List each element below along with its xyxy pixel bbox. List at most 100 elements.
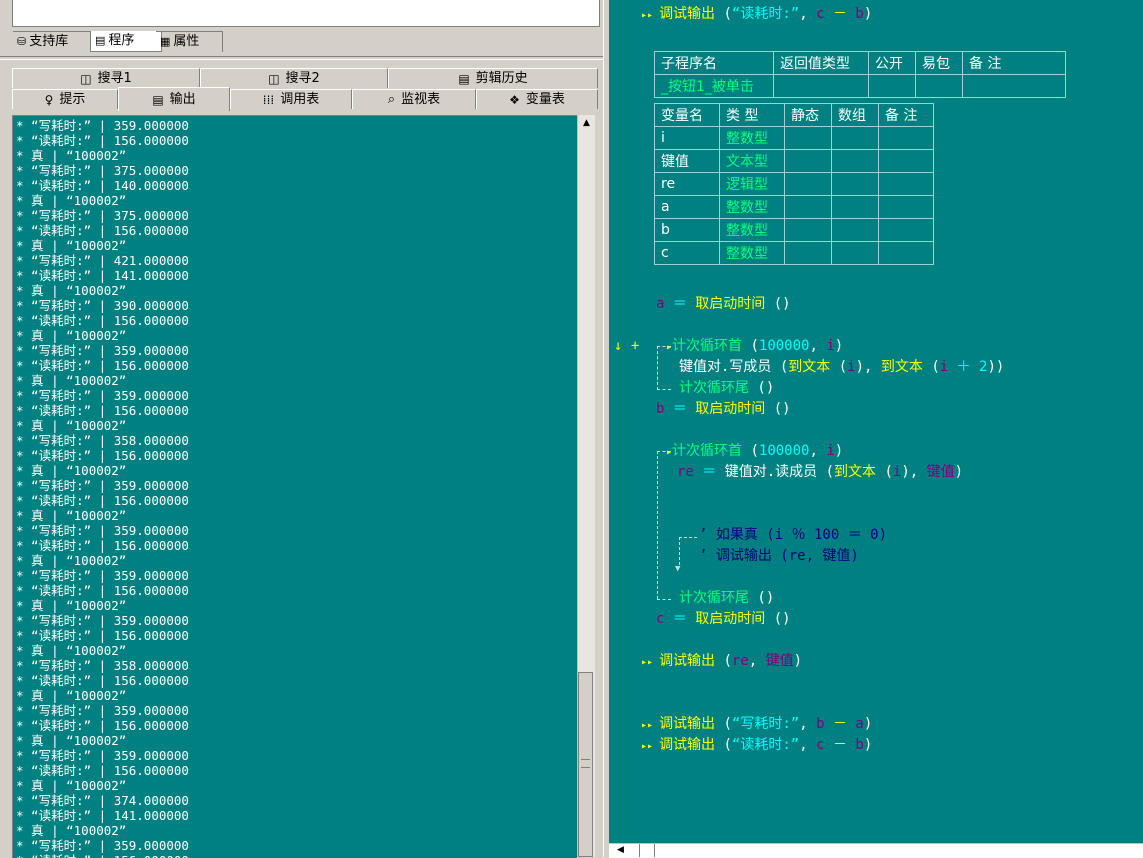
var-name-cell[interactable]: 键值 bbox=[654, 149, 720, 173]
code-line-loop1-tail[interactable]: 计次循环尾 () bbox=[679, 378, 774, 398]
cell[interactable] bbox=[773, 74, 869, 98]
tab-watch[interactable]: ⌕ 监视表 bbox=[352, 89, 476, 109]
gutter-marks: ↓ + bbox=[614, 338, 640, 354]
output-line: * “读耗时:” | 156.000000 bbox=[16, 853, 189, 858]
code-line-loop1-body[interactable]: 键值对.写成员 (到文本 (i), 到文本 (i ＋ 2)) bbox=[679, 357, 1004, 377]
call-table-icon: ⁞⁞⁞ bbox=[262, 92, 275, 107]
code-line-debug-top[interactable]: ▸▸ 调试输出 (“读耗时:”, c － b) bbox=[641, 4, 872, 26]
program-icon: ▤ bbox=[95, 34, 106, 47]
output-line: * “写耗时:” | 359.000000 bbox=[16, 523, 189, 538]
hscroll-thumb[interactable] bbox=[639, 844, 655, 857]
output-line: * “写耗时:” | 375.000000 bbox=[16, 163, 189, 178]
var-type-cell[interactable]: 文本型 bbox=[719, 149, 785, 173]
tab-search2[interactable]: ◫ 搜寻2 bbox=[200, 68, 388, 88]
cell[interactable] bbox=[878, 172, 934, 196]
cell[interactable] bbox=[831, 172, 879, 196]
output-line: * “读耗时:” | 141.000000 bbox=[16, 808, 189, 823]
tab-call-table[interactable]: ⁞⁞⁞ 调用表 bbox=[230, 89, 352, 109]
loop-guide-line bbox=[657, 599, 671, 600]
tab-output[interactable]: ▤ 输出 bbox=[118, 87, 230, 111]
debug-arrow-icon: ▸▸ bbox=[641, 720, 660, 731]
output-line: * “写耗时:” | 358.000000 bbox=[16, 658, 189, 673]
var-type-cell[interactable]: 整数型 bbox=[719, 126, 785, 150]
code-line-a[interactable]: a ＝ 取启动时间 () bbox=[656, 294, 791, 314]
tab-properties[interactable]: ▦ 属性 bbox=[156, 31, 223, 52]
scroll-up-arrow[interactable]: ▲ bbox=[578, 118, 595, 128]
scrollbar-thumb[interactable] bbox=[578, 672, 593, 857]
watch-icon: ⌕ bbox=[387, 91, 396, 107]
tab-variables[interactable]: ❖ 变量表 bbox=[476, 89, 598, 109]
output-line: * “读耗时:” | 156.000000 bbox=[16, 673, 189, 688]
var-name-cell[interactable]: b bbox=[654, 218, 720, 242]
cell[interactable] bbox=[878, 241, 934, 265]
sub-name-cell[interactable]: _按钮1_被单击 bbox=[654, 74, 774, 98]
tab-support-lib[interactable]: ⛁ 支持库 bbox=[13, 31, 94, 52]
cell[interactable] bbox=[831, 218, 879, 242]
var-type-cell[interactable]: 整数型 bbox=[719, 195, 785, 219]
cell[interactable] bbox=[784, 218, 832, 242]
code-comment-debug[interactable]: ’ 调试输出 (re, 键值) bbox=[699, 546, 859, 566]
editor-hscrollbar[interactable]: ◀ bbox=[609, 843, 1143, 858]
var-type-cell[interactable]: 整数型 bbox=[719, 241, 785, 265]
code-comment-if[interactable]: ’ 如果真 (i ％ 100 ＝ 0) bbox=[699, 525, 887, 545]
output-line: * “读耗时:” | 156.000000 bbox=[16, 718, 189, 733]
variable-icon: ❖ bbox=[509, 92, 520, 107]
code-line-debug-re[interactable]: ▸▸ 调试输出 (re, 键值) bbox=[641, 651, 802, 673]
tab-label: 输出 bbox=[169, 91, 196, 107]
tree-view-area[interactable] bbox=[12, 0, 600, 27]
cell[interactable] bbox=[831, 126, 879, 150]
output-icon: ▤ bbox=[152, 92, 164, 107]
var-name-cell[interactable]: i bbox=[654, 126, 720, 150]
output-line: * 真 | “100002” bbox=[16, 463, 127, 478]
code-line-loop1-head[interactable]: ▸计次循环首 (100000, i) bbox=[666, 336, 843, 358]
var-name-cell[interactable]: a bbox=[654, 195, 720, 219]
hint-icon: ♀ bbox=[44, 92, 54, 107]
grip-icon bbox=[581, 759, 590, 768]
code-line-debug-write[interactable]: ▸▸ 调试输出 (“写耗时:”, b － a) bbox=[641, 714, 872, 736]
cell[interactable] bbox=[831, 195, 879, 219]
cell[interactable] bbox=[915, 74, 963, 98]
output-line: * 真 | “100002” bbox=[16, 733, 127, 748]
tab-search1[interactable]: ◫ 搜寻1 bbox=[12, 68, 200, 88]
header-cell: 子程序名 bbox=[654, 51, 774, 75]
cell[interactable] bbox=[868, 74, 916, 98]
cell[interactable] bbox=[878, 149, 934, 173]
cell[interactable] bbox=[784, 126, 832, 150]
down-arrow-icon: ▼ bbox=[675, 564, 681, 574]
header-cell: 静态 bbox=[784, 103, 832, 127]
cell[interactable] bbox=[784, 241, 832, 265]
cell[interactable] bbox=[878, 195, 934, 219]
cell[interactable] bbox=[831, 149, 879, 173]
code-line-loop2-body[interactable]: re ＝ 键值对.读成员 (到文本 (i), 键值) bbox=[677, 462, 963, 482]
output-line: * “写耗时:” | 359.000000 bbox=[16, 703, 189, 718]
code-line-c[interactable]: c ＝ 取启动时间 () bbox=[656, 609, 791, 629]
cell[interactable] bbox=[784, 149, 832, 173]
header-cell: 返回值类型 bbox=[773, 51, 869, 75]
tab-hint[interactable]: ♀ 提示 bbox=[12, 89, 118, 109]
code-line-loop2-tail[interactable]: 计次循环尾 () bbox=[679, 588, 774, 608]
output-panel[interactable]: * “写耗时:” | 359.000000 * “读耗时:” | 156.0000… bbox=[12, 115, 577, 858]
var-name-cell[interactable]: c bbox=[654, 241, 720, 265]
cell[interactable] bbox=[878, 218, 934, 242]
if-guide-line bbox=[679, 537, 697, 538]
cell[interactable] bbox=[784, 195, 832, 219]
output-line: * “写耗时:” | 359.000000 bbox=[16, 388, 189, 403]
code-line-loop2-head[interactable]: ▸计次循环首 (100000, i) bbox=[666, 441, 843, 463]
tab-program[interactable]: ▤ 程序 bbox=[90, 31, 162, 52]
cell[interactable] bbox=[878, 126, 934, 150]
output-line: * “写耗时:” | 421.000000 bbox=[16, 253, 189, 268]
cell[interactable] bbox=[962, 74, 1066, 98]
cell[interactable] bbox=[831, 241, 879, 265]
cell[interactable] bbox=[784, 172, 832, 196]
tab-label: 支持库 bbox=[29, 34, 69, 49]
var-type-cell[interactable]: 逻辑型 bbox=[719, 172, 785, 196]
var-name-cell[interactable]: re bbox=[654, 172, 720, 196]
tab-label: 搜寻2 bbox=[285, 70, 320, 86]
tab-clip-history[interactable]: ▤ 剪辑历史 bbox=[388, 68, 598, 88]
code-line-b[interactable]: b ＝ 取启动时间 () bbox=[656, 399, 791, 419]
scroll-left-arrow[interactable]: ◀ bbox=[617, 845, 624, 855]
header-cell: 易包 bbox=[915, 51, 963, 75]
var-type-cell[interactable]: 整数型 bbox=[719, 218, 785, 242]
output-line: * “读耗时:” | 156.000000 bbox=[16, 358, 189, 373]
code-line-debug-read[interactable]: ▸▸ 调试输出 (“读耗时:”, c － b) bbox=[641, 735, 872, 757]
